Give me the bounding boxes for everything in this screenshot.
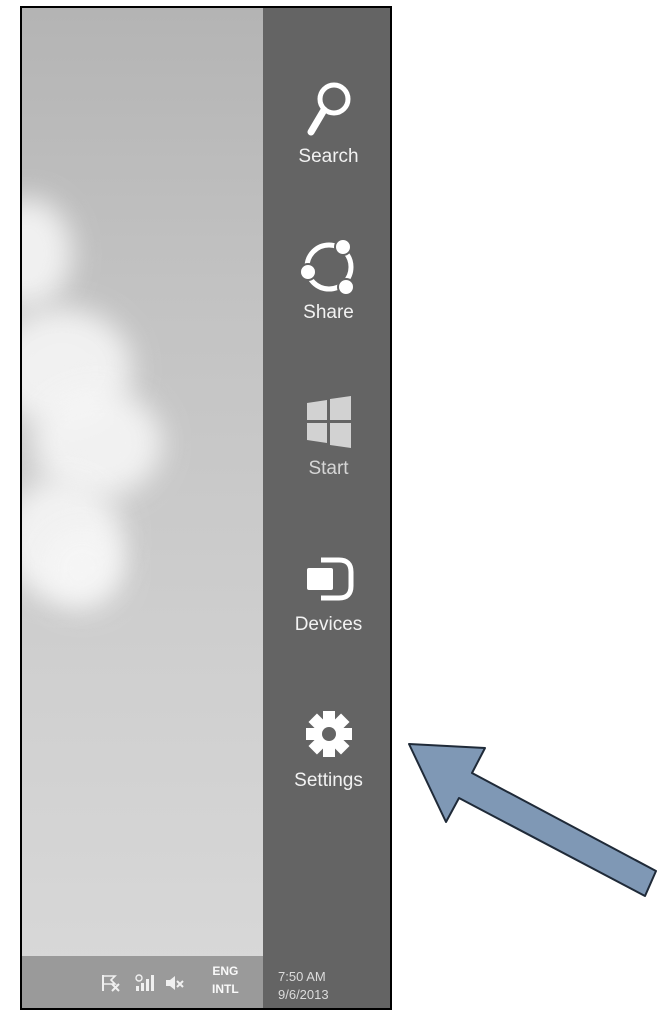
gear-icon xyxy=(301,704,357,764)
search-icon xyxy=(304,80,354,140)
windows-start-icon xyxy=(304,392,354,452)
share-charm[interactable]: Share xyxy=(263,236,390,346)
devices-charm-label: Devices xyxy=(294,614,363,635)
windows8-screen: Search Share Start Devices Settings 7:50… xyxy=(20,6,392,1010)
input-language-indicator[interactable]: ENG INTL xyxy=(212,962,239,998)
volume-muted-icon[interactable] xyxy=(164,974,186,997)
pointer-arrow-icon xyxy=(405,740,661,907)
action-center-flag-icon[interactable] xyxy=(100,974,122,997)
clock[interactable]: 7:50 AM 9/6/2013 xyxy=(278,968,329,1004)
taskbar: ENG INTL xyxy=(22,956,263,1008)
clock-date: 9/6/2013 xyxy=(278,987,329,1002)
desktop-wallpaper xyxy=(22,8,263,960)
share-charm-label: Share xyxy=(303,302,354,323)
search-charm-label: Search xyxy=(298,146,359,167)
start-charm-label: Start xyxy=(308,458,349,479)
start-charm[interactable]: Start xyxy=(263,392,390,502)
network-signal-icon[interactable] xyxy=(134,974,156,997)
devices-charm[interactable]: Devices xyxy=(263,548,390,658)
share-icon xyxy=(298,236,360,296)
settings-charm[interactable]: Settings xyxy=(263,704,390,814)
devices-icon xyxy=(301,548,357,608)
keyboard-layout: INTL xyxy=(212,982,239,996)
settings-charm-label: Settings xyxy=(294,770,363,791)
language-code: ENG xyxy=(212,964,239,978)
search-charm[interactable]: Search xyxy=(263,80,390,190)
clock-time: 7:50 AM xyxy=(278,969,326,984)
charms-bar: Search Share Start Devices Settings 7:50… xyxy=(263,8,390,1008)
